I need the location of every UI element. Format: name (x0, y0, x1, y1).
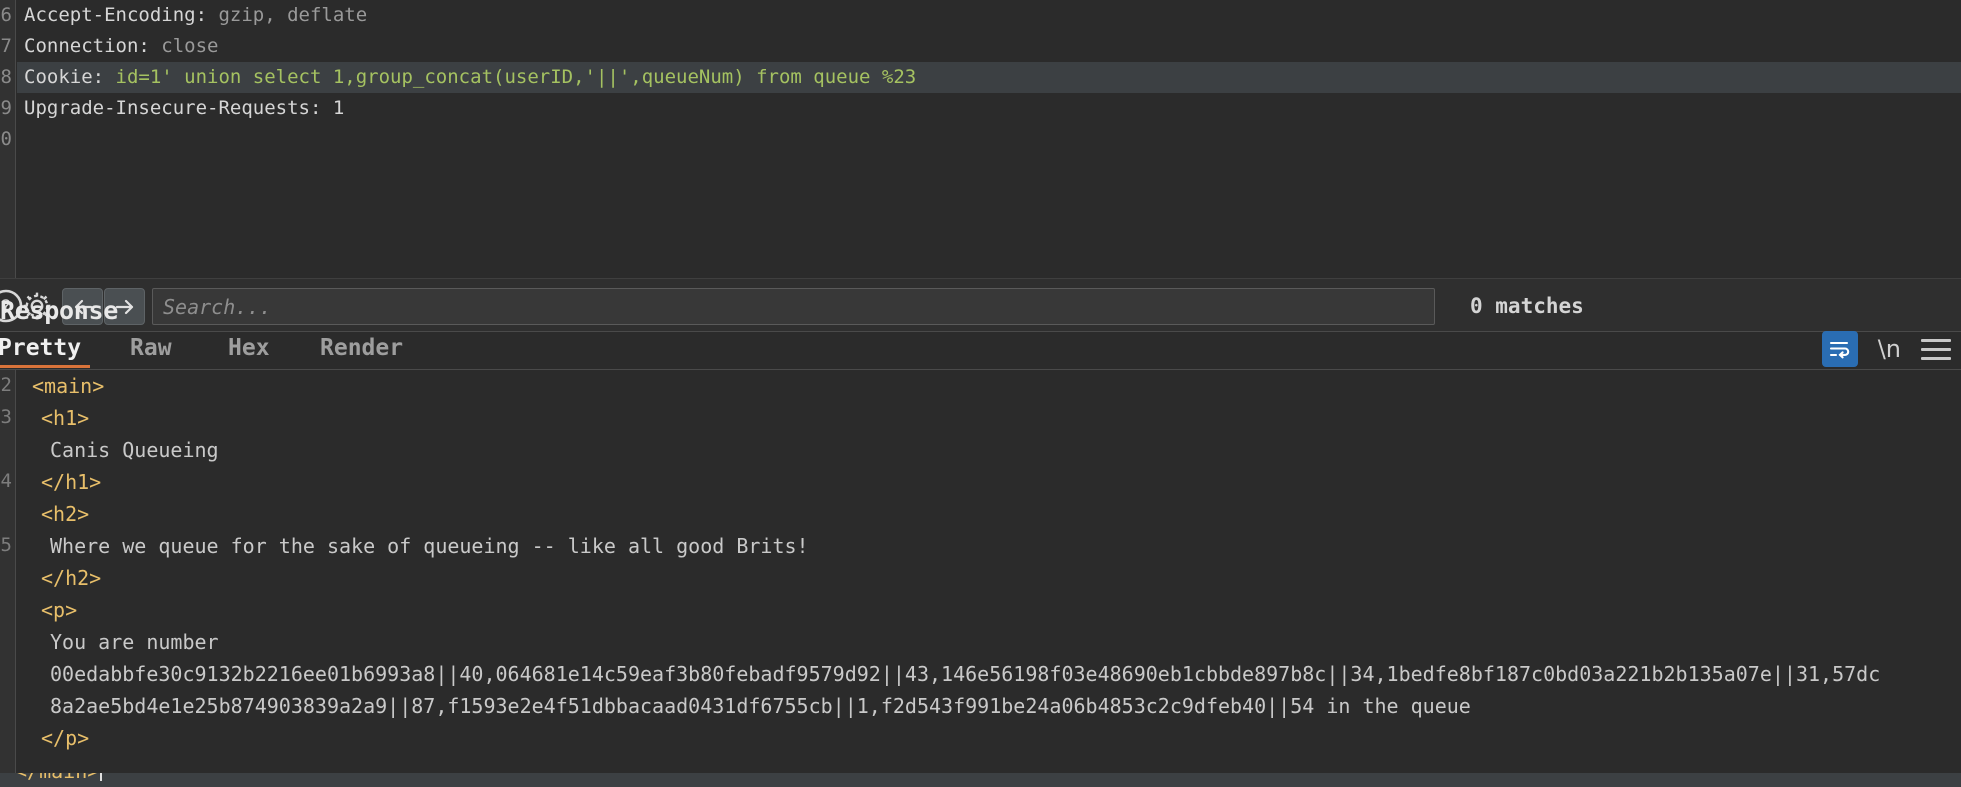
response-line-h1-text: Canis Queueing (17, 434, 1961, 466)
request-header-line[interactable]: Connection: close (17, 31, 1961, 62)
response-panel-title: Response (0, 296, 119, 325)
tab-render[interactable]: Render (320, 332, 430, 370)
tab-hex[interactable]: Hex (228, 332, 290, 370)
response-line-partial-row: </main> (0, 773, 1961, 787)
html-text: Where we queue for the sake of queueing … (50, 534, 809, 558)
response-line-number-gutter: 2 3 4 5 (0, 370, 16, 787)
request-line-number: 8 (0, 66, 12, 88)
search-input[interactable] (152, 288, 1435, 325)
search-match-count: 0 matches (1470, 294, 1584, 318)
html-text: You are number (50, 630, 219, 654)
request-header-value: gzip, deflate (207, 4, 368, 26)
html-tag: </h1> (41, 470, 102, 494)
response-line-number: 2 (0, 374, 12, 396)
response-view-tabs: Pretty Raw Hex Render (0, 332, 1961, 370)
request-header-line-cookie-highlighted[interactable]: Cookie: id=1' union select 1,group_conca… (17, 62, 1961, 93)
response-line-number: 5 (0, 534, 12, 556)
sqli-dump-row: 00edabbfe30c9132b2216ee01b6993a8||40,064… (50, 662, 1881, 686)
response-line-h1-open: <h1> (17, 402, 1961, 434)
html-tag: <p> (41, 598, 78, 622)
tab-raw[interactable]: Raw (130, 332, 192, 370)
request-header-line[interactable]: Accept-Encoding: gzip, deflate (17, 0, 1961, 31)
response-body-viewer[interactable]: 2 3 4 5 <main> <h1> Canis Queueing </h1>… (0, 370, 1961, 787)
response-line-h2-close: </h2> (17, 562, 1961, 594)
html-tag: </h2> (41, 566, 102, 590)
request-blank-line[interactable] (17, 124, 1961, 155)
word-wrap-icon[interactable] (1821, 331, 1858, 367)
response-line-main-close: </main> (0, 773, 1961, 787)
response-line-h2-text: Where we queue for the sake of queueing … (17, 530, 1961, 562)
html-tag: <main> (32, 374, 105, 398)
request-header-line[interactable]: Upgrade-Insecure-Requests: 1 (17, 93, 1961, 124)
response-line-p-open: <p> (17, 594, 1961, 626)
text-caret (100, 773, 103, 781)
response-line-p-hash-1: 00edabbfe30c9132b2216ee01b6993a8||40,064… (17, 658, 1961, 690)
request-editor-lines[interactable]: Accept-Encoding: gzip, deflate Connectio… (17, 0, 1961, 278)
request-editor-pane: 6 7 8 9 10 Accept-Encoding: gzip, deflat… (0, 0, 1961, 278)
request-header-value-payload: id=1' union select 1,group_concat(userID… (104, 66, 917, 88)
request-header-value: close (149, 35, 219, 57)
burp-suite-repeater-window: 6 7 8 9 10 Accept-Encoding: gzip, deflat… (0, 0, 1961, 787)
response-line-p-close: </p> (17, 722, 1961, 754)
request-line-number: 9 (0, 97, 12, 119)
request-header-name: Connection: (24, 35, 150, 57)
response-line-p-hash-2: 8a2ae5bd4e1e25b874903839a2a9||87,f1593e2… (17, 690, 1961, 722)
request-line-number: 6 (0, 4, 12, 26)
html-tag: <h2> (41, 502, 90, 526)
editor-search-bar: ? 0 matches (0, 278, 1961, 332)
request-header-value: 1 (321, 97, 345, 119)
response-line-p-text: You are number (17, 626, 1961, 658)
response-toolbar-actions: \n (1821, 328, 1961, 370)
request-header-name: Upgrade-Insecure-Requests: (24, 97, 322, 119)
show-newlines-icon[interactable]: \n (1874, 335, 1905, 363)
request-line-number: 7 (0, 35, 12, 57)
response-line-number: 3 (0, 406, 12, 428)
response-line-h2-open: <h2> (17, 498, 1961, 530)
hamburger-menu-icon[interactable] (1921, 334, 1953, 364)
request-line-number: 10 (0, 128, 12, 150)
html-text: Canis Queueing (50, 438, 219, 462)
response-line-number: 4 (0, 470, 12, 492)
html-tag: </p> (41, 726, 90, 750)
response-code-lines[interactable]: <main> <h1> Canis Queueing </h1> <h2> Wh… (17, 370, 1961, 787)
sqli-dump-row: 8a2ae5bd4e1e25b874903839a2a9||87,f1593e2… (50, 694, 1471, 718)
html-tag: <h1> (41, 406, 90, 430)
request-header-name: Cookie: (24, 66, 105, 88)
request-header-name: Accept-Encoding: (24, 4, 208, 26)
tab-pretty[interactable]: Pretty (0, 332, 90, 370)
response-line-h1-close: </h1> (17, 466, 1961, 498)
html-tag: </main> (15, 773, 99, 783)
response-line-main-open: <main> (17, 370, 1961, 402)
request-line-number-gutter: 6 7 8 9 10 (0, 0, 16, 278)
